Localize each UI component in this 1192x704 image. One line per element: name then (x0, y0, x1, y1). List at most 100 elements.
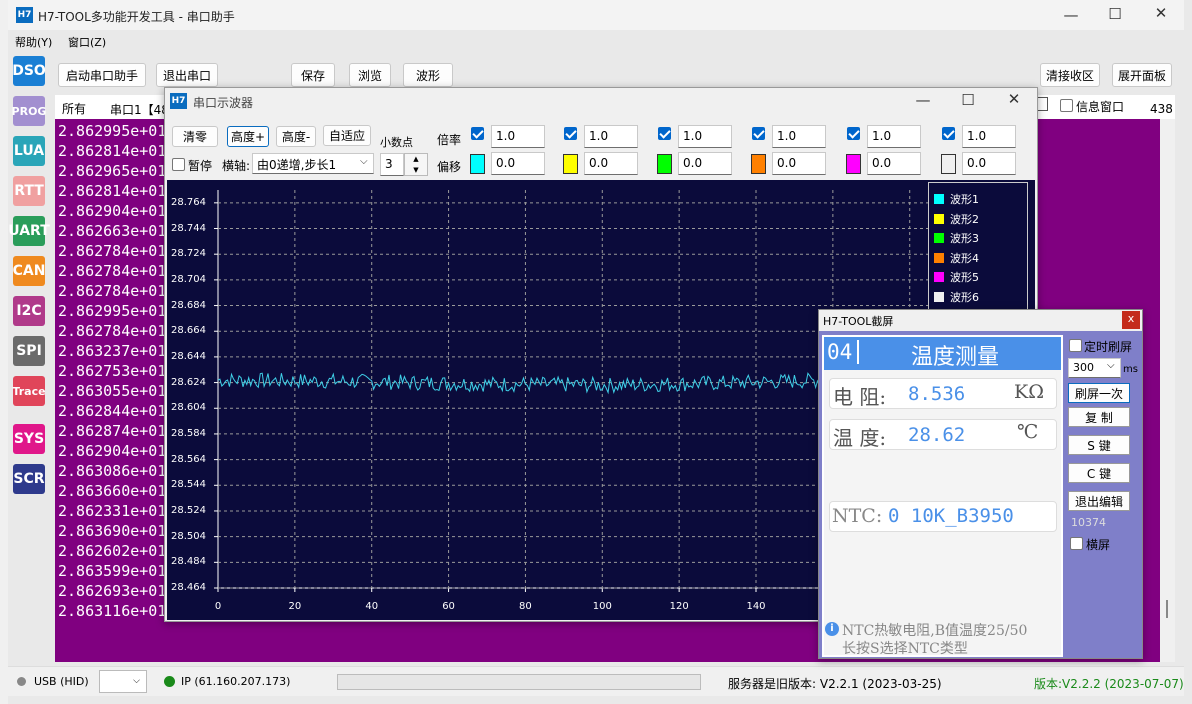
height-minus-button[interactable]: 高度- (276, 126, 316, 147)
browse-button[interactable]: 浏览 (349, 63, 391, 87)
log-line: 2.863690e+01 (58, 522, 167, 540)
capture-close-icon[interactable]: x (1122, 311, 1140, 329)
pause-checkbox[interactable] (172, 158, 185, 171)
scope-logo: H7 (170, 93, 187, 109)
scope-minimize-icon[interactable]: — (908, 91, 938, 109)
log-line: 2.862663e+01 (58, 222, 167, 240)
interval-unit: ms (1123, 364, 1138, 375)
auto-fit-button[interactable]: 自适应 (323, 125, 371, 146)
exit-serial-button[interactable]: 退出串口 (156, 63, 218, 87)
legend-swatch (934, 252, 944, 263)
channel-6-offset-input[interactable]: 0.0 (962, 152, 1016, 175)
h-axis-select[interactable]: 由0递增,步长1 (252, 153, 374, 174)
channel-6-color-swatch[interactable] (941, 154, 956, 174)
sidebar-item-prog[interactable]: PROG (12, 96, 46, 126)
channel-5-enable-checkbox[interactable] (847, 127, 860, 140)
y-tick-label: 28.504 (171, 530, 206, 542)
resistance-label: 电 阻: (833, 385, 887, 409)
receive-scrollbar[interactable] (1160, 119, 1175, 662)
height-plus-button[interactable]: 高度+ (227, 126, 269, 147)
tab-all[interactable]: 所有 (62, 100, 86, 117)
info-icon: i (825, 622, 839, 636)
channel-2-enable-checkbox[interactable] (564, 127, 577, 140)
channel-1-ratio-input[interactable]: 1.0 (491, 125, 545, 148)
clear-receive-button[interactable]: 清接收区 (1040, 63, 1100, 87)
channel-5-ratio-input[interactable]: 1.0 (867, 125, 921, 148)
clear-zero-button[interactable]: 清零 (172, 126, 218, 147)
log-line: 2.863086e+01 (58, 462, 167, 480)
scrollbar-thumb[interactable] (1166, 600, 1168, 618)
menu-window[interactable]: 窗口(Z) (68, 34, 106, 50)
server-version: 服务器是旧版本: V2.2.1 (2023-03-25) (728, 677, 942, 691)
scope-title: 串口示波器 (193, 96, 254, 110)
sidebar-item-trace[interactable]: Trace (12, 376, 46, 406)
sidebar-item-rtt[interactable]: RTT (13, 176, 45, 206)
minimize-icon[interactable]: — (1056, 6, 1086, 24)
timer-refresh-checkbox[interactable] (1069, 339, 1082, 352)
y-tick-label: 28.704 (171, 273, 206, 285)
sidebar-item-spi[interactable]: SPI (13, 336, 45, 366)
s-key-button[interactable]: S 键 (1068, 435, 1130, 455)
channel-3-ratio-input[interactable]: 1.0 (678, 125, 732, 148)
refresh-once-button[interactable]: 刷屏一次 (1068, 383, 1130, 403)
x-tick-label: 120 (669, 601, 689, 612)
channel-2-ratio-input[interactable]: 1.0 (584, 125, 638, 148)
tab-port1[interactable]: 串口1【48 (110, 101, 165, 118)
channel-1-color-swatch[interactable] (470, 154, 485, 174)
expand-panel-button[interactable]: 展开面板 (1112, 63, 1172, 87)
x-tick-label: 40 (365, 601, 379, 612)
sidebar-item-lua[interactable]: LUA (13, 136, 45, 166)
y-tick-label: 28.724 (171, 248, 206, 260)
channel-4-enable-checkbox[interactable] (752, 127, 765, 140)
menu-help[interactable]: 帮助(Y) (15, 34, 52, 50)
start-serial-button[interactable]: 启动串口助手 (58, 63, 146, 87)
landscape-checkbox[interactable] (1070, 537, 1083, 550)
channel-1-enable-checkbox[interactable] (471, 127, 484, 140)
channel-3-color-swatch[interactable] (657, 154, 672, 174)
decimals-input[interactable]: 3 (380, 153, 404, 176)
decimals-spinner[interactable]: ▲ ▼ (404, 153, 428, 176)
wave-button[interactable]: 波形 (403, 63, 453, 87)
sidebar-item-sys[interactable]: SYS (13, 424, 45, 454)
port-select[interactable]: ⌵ (99, 670, 147, 693)
channel-5-offset-input[interactable]: 0.0 (867, 152, 921, 175)
sidebar-item-scr[interactable]: SCR (13, 464, 45, 494)
channel-4-color-swatch[interactable] (751, 154, 766, 174)
scope-maximize-icon[interactable]: ☐ (953, 91, 983, 109)
info-window-checkbox[interactable] (1060, 99, 1073, 112)
channel-2-offset-input[interactable]: 0.0 (584, 152, 638, 175)
channel-5-color-swatch[interactable] (846, 154, 861, 174)
log-line: 2.862995e+01 (58, 122, 167, 140)
exit-edit-button[interactable]: 退出编辑 (1068, 491, 1130, 511)
ip-status-dot (164, 676, 175, 687)
channel-6-ratio-input[interactable]: 1.0 (962, 125, 1016, 148)
sidebar-item-dso[interactable]: DSO (12, 56, 46, 86)
maximize-icon[interactable]: ☐ (1100, 5, 1130, 23)
channel-4-offset-input[interactable]: 0.0 (772, 152, 826, 175)
channel-6-enable-checkbox[interactable] (942, 127, 955, 140)
save-button[interactable]: 保存 (291, 63, 335, 87)
channel-3-enable-checkbox[interactable] (658, 127, 671, 140)
ip-status: IP (61.160.207.173) (181, 675, 291, 688)
sidebar-item-uart[interactable]: UART (8, 216, 50, 246)
copy-button[interactable]: 复 制 (1068, 407, 1130, 427)
sidebar-item-can[interactable]: CAN (13, 256, 45, 286)
y-tick-label: 28.684 (171, 299, 206, 311)
legend-item: 波形5 (934, 269, 979, 285)
scope-close-icon[interactable]: ✕ (999, 90, 1029, 108)
legend-label: 波形5 (950, 271, 979, 284)
channel-1-offset-input[interactable]: 0.0 (491, 152, 545, 175)
x-tick-label: 140 (746, 601, 766, 612)
log-line: 2.862784e+01 (58, 322, 167, 340)
log-line: 2.862784e+01 (58, 242, 167, 260)
c-key-button[interactable]: C 键 (1068, 463, 1130, 483)
usb-status-dot (17, 677, 26, 686)
close-icon[interactable]: ✕ (1146, 4, 1176, 22)
screen-heading: 温度测量 (911, 345, 1000, 370)
channel-2-color-swatch[interactable] (563, 154, 578, 174)
sidebar-item-i2c[interactable]: I2C (13, 296, 45, 326)
channel-3-offset-input[interactable]: 0.0 (678, 152, 732, 175)
channel-4-ratio-input[interactable]: 1.0 (772, 125, 826, 148)
h-axis-label: 横轴: (222, 159, 251, 173)
y-tick-label: 28.664 (171, 325, 206, 337)
